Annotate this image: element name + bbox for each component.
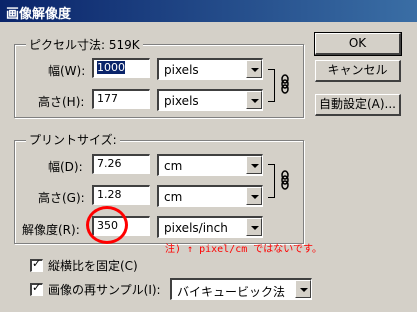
chevron-down-icon[interactable] xyxy=(246,156,262,174)
highlight-circle xyxy=(86,206,128,244)
print-width-value: 7.26 xyxy=(97,157,122,170)
chain-link-icon xyxy=(281,74,289,94)
constrain-checkbox[interactable] xyxy=(30,257,43,272)
auto-button[interactable]: 自動設定(A)... xyxy=(315,94,401,116)
print-width-unit-select[interactable]: cm xyxy=(157,154,263,176)
resolution-label: 解像度(R): xyxy=(22,223,80,237)
chain-link-icon xyxy=(281,170,289,190)
pixel-width-value: 1000 xyxy=(97,61,125,74)
pixel-height-value: 177 xyxy=(97,92,118,105)
pixel-width-unit-select[interactable]: pixels xyxy=(157,58,263,80)
cancel-button-label: キャンセル xyxy=(327,63,388,77)
print-width-label: 幅(D): xyxy=(48,160,83,174)
annotation-note: 注) ↑ pixel/cm ではないです。 xyxy=(165,244,322,255)
pixel-size-legend: ピクセル寸法: 519K xyxy=(26,36,143,53)
resolution-unit-select[interactable]: pixels/inch xyxy=(157,216,263,238)
resample-method-select[interactable]: バイキュービック法 xyxy=(170,278,312,300)
chevron-down-icon[interactable] xyxy=(246,91,262,109)
print-width-unit: cm xyxy=(164,159,183,173)
pixel-height-unit: pixels xyxy=(164,94,199,108)
title-bar[interactable]: 画像解像度 xyxy=(0,0,417,22)
chevron-down-icon[interactable] xyxy=(246,187,262,205)
pixel-height-unit-select[interactable]: pixels xyxy=(157,89,263,111)
print-height-value: 1.28 xyxy=(97,188,122,201)
pixel-width-field[interactable]: 1000 xyxy=(92,58,150,78)
print-height-field[interactable]: 1.28 xyxy=(92,185,150,205)
print-height-unit-select[interactable]: cm xyxy=(157,185,263,207)
chevron-down-icon[interactable] xyxy=(246,218,262,236)
pixel-width-label: 幅(W): xyxy=(48,64,86,78)
chevron-down-icon[interactable] xyxy=(295,280,311,298)
print-height-unit: cm xyxy=(164,190,183,204)
cancel-button[interactable]: キャンセル xyxy=(315,60,401,82)
ok-button[interactable]: OK xyxy=(314,32,402,56)
print-height-label: 高さ(G): xyxy=(38,191,85,205)
ok-button-label: OK xyxy=(348,36,367,50)
constrain-label[interactable]: 縦横比を固定(C) xyxy=(48,257,138,274)
chevron-down-icon[interactable] xyxy=(246,60,262,78)
constrain-bracket xyxy=(268,164,275,198)
print-size-legend: プリントサイズ: xyxy=(26,131,120,148)
constrain-bracket xyxy=(268,69,275,102)
window-title: 画像解像度 xyxy=(6,7,72,22)
resample-method: バイキュービック法 xyxy=(177,285,286,299)
pixel-width-unit: pixels xyxy=(164,63,199,77)
resample-label[interactable]: 画像の再サンプル(I): xyxy=(48,281,161,298)
resolution-unit: pixels/inch xyxy=(164,221,228,235)
resample-checkbox[interactable] xyxy=(30,281,43,296)
auto-button-label: 自動設定(A)... xyxy=(318,97,397,111)
print-width-field[interactable]: 7.26 xyxy=(92,154,150,174)
pixel-height-field[interactable]: 177 xyxy=(92,89,150,109)
pixel-height-label: 高さ(H): xyxy=(38,95,85,109)
